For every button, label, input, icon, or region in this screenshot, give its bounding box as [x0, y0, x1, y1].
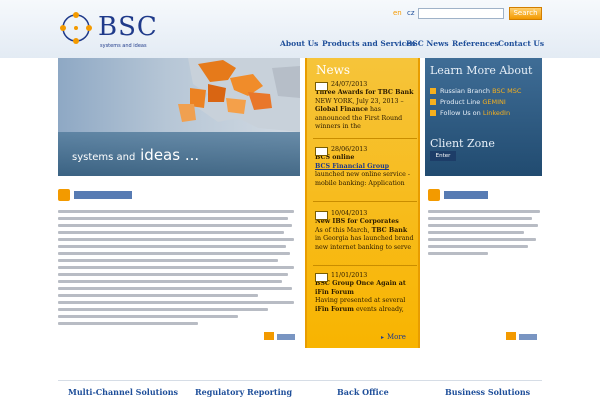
- learn-more-label: Follow Us on: [440, 109, 481, 117]
- learn-more-item[interactable]: Russian Branch BSC MSC: [430, 87, 521, 95]
- client-zone-title: Client Zone: [430, 137, 495, 150]
- news-panel: News 24/07/2013 Three Awards for TBC Ban…: [305, 58, 420, 348]
- news-text: events already,: [355, 305, 404, 313]
- learn-more-label: Russian Branch: [440, 87, 491, 95]
- news-text: As of this March,: [315, 226, 370, 234]
- news-date: 10/04/2013: [315, 210, 415, 221]
- news-text-bold: TBC Bank: [371, 226, 408, 234]
- more-chip-icon[interactable]: [264, 332, 274, 340]
- footer-business-solutions[interactable]: Business Solutions: [445, 387, 530, 397]
- news-date: 11/01/2013: [315, 272, 415, 283]
- bsc-logo[interactable]: BSC systems and ideas: [58, 10, 178, 50]
- more-link-blurred[interactable]: [519, 334, 537, 340]
- nav-about-us[interactable]: About Us: [280, 39, 318, 48]
- banner-slogan-small: systems and: [72, 152, 136, 163]
- news-text-bold: iFin Forum: [315, 305, 354, 313]
- footer-back-office[interactable]: Back Office: [337, 387, 389, 397]
- banner-slogan: systems and ideas ...: [72, 146, 199, 164]
- news-text: NEW YORK, July 23, 2013 –: [315, 97, 404, 105]
- section-heading-blurred[interactable]: [444, 191, 488, 199]
- news-headline[interactable]: Three Awards for TBC Bank: [315, 89, 415, 97]
- client-zone-enter-button[interactable]: Enter: [430, 151, 456, 161]
- learn-more-highlight[interactable]: LinkedIn: [483, 109, 510, 117]
- bullet-icon: [430, 99, 436, 105]
- logo-mark-icon: [60, 12, 92, 44]
- learn-more-highlight[interactable]: BSC MSC: [492, 87, 521, 95]
- section-icon: [428, 189, 440, 201]
- footer-regulatory-reporting[interactable]: Regulatory Reporting: [195, 387, 292, 397]
- news-divider: [313, 138, 417, 139]
- bullet-icon: [430, 110, 436, 116]
- learn-more-item[interactable]: Follow Us on LinkedIn: [430, 109, 510, 117]
- more-chip-icon[interactable]: [506, 332, 516, 340]
- nav-products-services[interactable]: Products and Services: [322, 39, 415, 48]
- section-text-blurred: [428, 210, 540, 259]
- news-date: 28/06/2013: [315, 146, 415, 157]
- search-input[interactable]: [418, 8, 504, 19]
- learn-more-item[interactable]: Product Line GEMINI: [430, 98, 506, 106]
- learn-more-title: Learn More About: [430, 64, 533, 77]
- news-item[interactable]: 11/01/2013 BSC Group Once Again at iFin …: [315, 272, 415, 314]
- logo-text: BSC: [98, 12, 158, 42]
- more-link-blurred[interactable]: [277, 334, 295, 340]
- news-text: in Georgia has launched brand new intern…: [315, 235, 414, 251]
- learn-more-label: Product Line: [440, 98, 481, 106]
- news-link[interactable]: BCS Financial Group: [315, 163, 389, 170]
- search-button[interactable]: Search: [509, 7, 542, 20]
- footer-multi-channel[interactable]: Multi-Channel Solutions: [68, 387, 178, 397]
- news-text: launched new online service - mobile ban…: [315, 171, 410, 187]
- news-title: News: [316, 63, 351, 77]
- nav-references[interactable]: References: [452, 39, 499, 48]
- lang-en[interactable]: en: [393, 9, 402, 17]
- nav-bsc-news[interactable]: BSC News: [406, 39, 449, 48]
- bullet-icon: [430, 88, 436, 94]
- footer-nav: Multi-Channel Solutions Regulatory Repor…: [58, 380, 542, 400]
- news-divider: [313, 201, 417, 202]
- news-item[interactable]: 24/07/2013 Three Awards for TBC Bank NEW…: [315, 81, 415, 131]
- page-header: BSC systems and ideas en cz ru Search Ab…: [0, 0, 600, 58]
- news-headline[interactable]: New IBS for Corporates: [315, 218, 415, 226]
- section-heading-blurred[interactable]: [74, 191, 132, 199]
- news-more-link[interactable]: More: [381, 333, 406, 341]
- news-text-bold: Global Finance: [315, 106, 368, 114]
- news-text: Having presented at several: [315, 297, 406, 305]
- news-item[interactable]: 28/06/2013 BCS online BCS Financial Grou…: [315, 146, 415, 188]
- news-item[interactable]: 10/04/2013 New IBS for Corporates As of …: [315, 210, 415, 252]
- news-headline[interactable]: BSC Group Once Again at iFin Forum: [315, 280, 415, 297]
- section-icon: [58, 189, 70, 201]
- nav-contact-us[interactable]: Contact Us: [498, 39, 544, 48]
- lang-cz[interactable]: cz: [407, 9, 415, 17]
- news-date: 24/07/2013: [315, 81, 415, 92]
- hero-banner: systems and ideas ...: [58, 58, 300, 176]
- news-divider: [313, 265, 417, 266]
- learn-more-panel: Learn More About Russian Branch BSC MSC …: [425, 58, 542, 176]
- section-text-blurred: [58, 210, 294, 329]
- news-headline[interactable]: BCS online: [315, 154, 415, 162]
- learn-more-highlight[interactable]: GEMINI: [482, 98, 505, 106]
- banner-slogan-big: ideas ...: [140, 146, 200, 164]
- logo-tagline: systems and ideas: [100, 43, 147, 49]
